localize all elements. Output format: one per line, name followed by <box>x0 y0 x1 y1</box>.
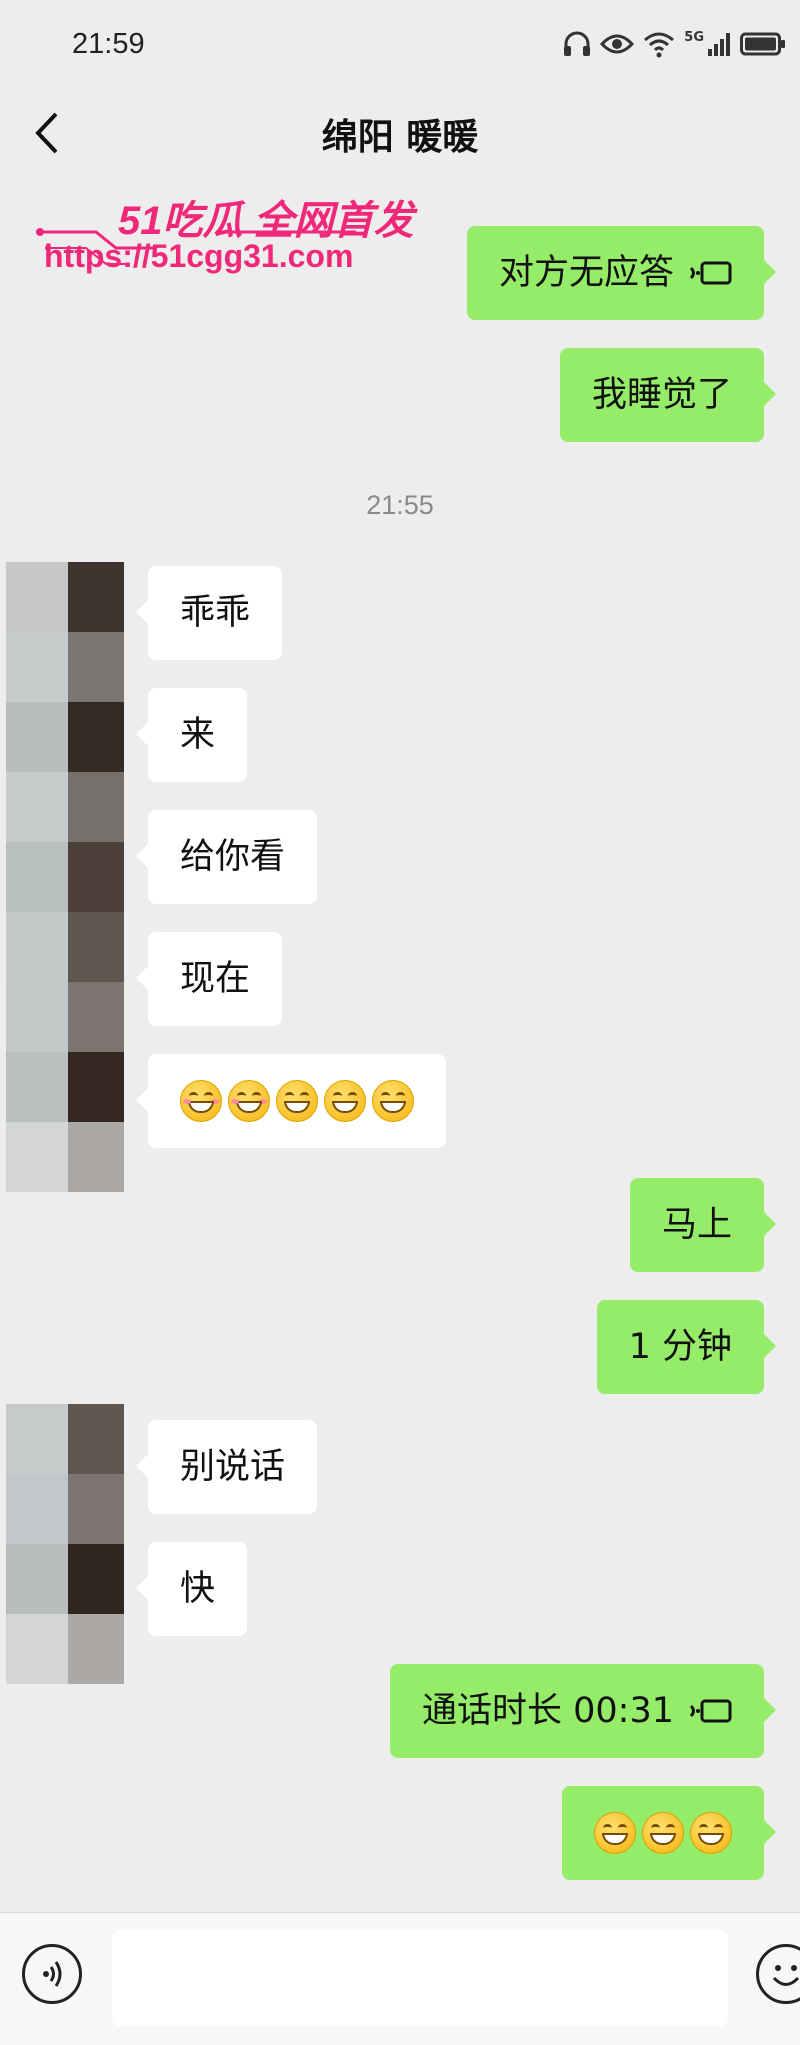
message-text: 来 <box>180 714 216 755</box>
message-incoming[interactable]: 现在 <box>135 932 283 1026</box>
message-text: 通话时长 00:31 <box>422 1690 674 1731</box>
eye-icon <box>600 34 635 54</box>
message-incoming[interactable]: 别说话 <box>135 1420 318 1514</box>
grin-emoji-icon <box>690 1812 732 1854</box>
message-text: 马上 <box>661 1204 732 1245</box>
grin-emoji-icon <box>372 1080 414 1122</box>
status-bar: 21:59 5G <box>0 0 800 100</box>
message-text: 给你看 <box>180 836 286 877</box>
headphones-icon <box>564 31 591 56</box>
message-outgoing[interactable]: 马上 <box>629 1178 777 1272</box>
wifi-icon <box>644 32 675 58</box>
voice-button[interactable] <box>22 1944 82 2004</box>
message-incoming[interactable]: 给你看 <box>135 810 318 904</box>
message-text: 我睡觉了 <box>591 374 732 415</box>
network-label: 5G <box>684 29 704 45</box>
message-text: 现在 <box>180 958 251 999</box>
emoji-icon <box>772 1965 800 1986</box>
message-incoming-emoji[interactable] <box>136 1054 446 1148</box>
message-incoming[interactable]: 来 <box>135 688 248 782</box>
timestamp: 21:55 <box>366 490 434 520</box>
chat-title: 绵阳 暖暖 <box>321 117 479 158</box>
message-text: 快 <box>180 1568 216 1609</box>
status-icons: 5G <box>562 30 786 58</box>
voice-icon <box>43 1961 62 1987</box>
status-time: 21:59 <box>72 28 145 60</box>
message-outgoing[interactable]: 我睡觉了 <box>559 348 777 442</box>
grin-blush-emoji-icon <box>228 1080 270 1122</box>
message-input[interactable] <box>112 1930 728 2026</box>
grin-emoji-icon <box>276 1080 318 1122</box>
call-icon <box>689 261 732 285</box>
message-outgoing[interactable]: 1 分钟 <box>596 1300 777 1394</box>
watermark-url: https://51cgg31.com <box>44 238 354 274</box>
avatar[interactable] <box>6 1404 124 1684</box>
message-outgoing-emoji[interactable] <box>562 1786 776 1880</box>
message-text: 别说话 <box>180 1446 286 1487</box>
emoji-button[interactable] <box>756 1944 800 2004</box>
battery-icon <box>740 32 785 56</box>
grin-emoji-icon <box>642 1812 684 1854</box>
grin-blush-emoji-icon <box>180 1080 222 1122</box>
message-text: 1 分钟 <box>628 1326 732 1367</box>
grin-emoji-icon <box>324 1080 366 1122</box>
signal-icon <box>708 33 730 56</box>
message-text: 对方无应答 <box>498 252 674 293</box>
message-incoming[interactable]: 快 <box>135 1542 248 1636</box>
message-outgoing[interactable]: 通话时长 00:31 <box>390 1664 776 1758</box>
avatar[interactable] <box>6 562 124 1192</box>
message-incoming[interactable]: 乖乖 <box>135 566 283 660</box>
message-outgoing[interactable]: 对方无应答 <box>466 226 777 320</box>
grin-emoji-icon <box>594 1812 636 1854</box>
call-icon <box>689 1699 732 1723</box>
message-text: 乖乖 <box>180 592 251 633</box>
